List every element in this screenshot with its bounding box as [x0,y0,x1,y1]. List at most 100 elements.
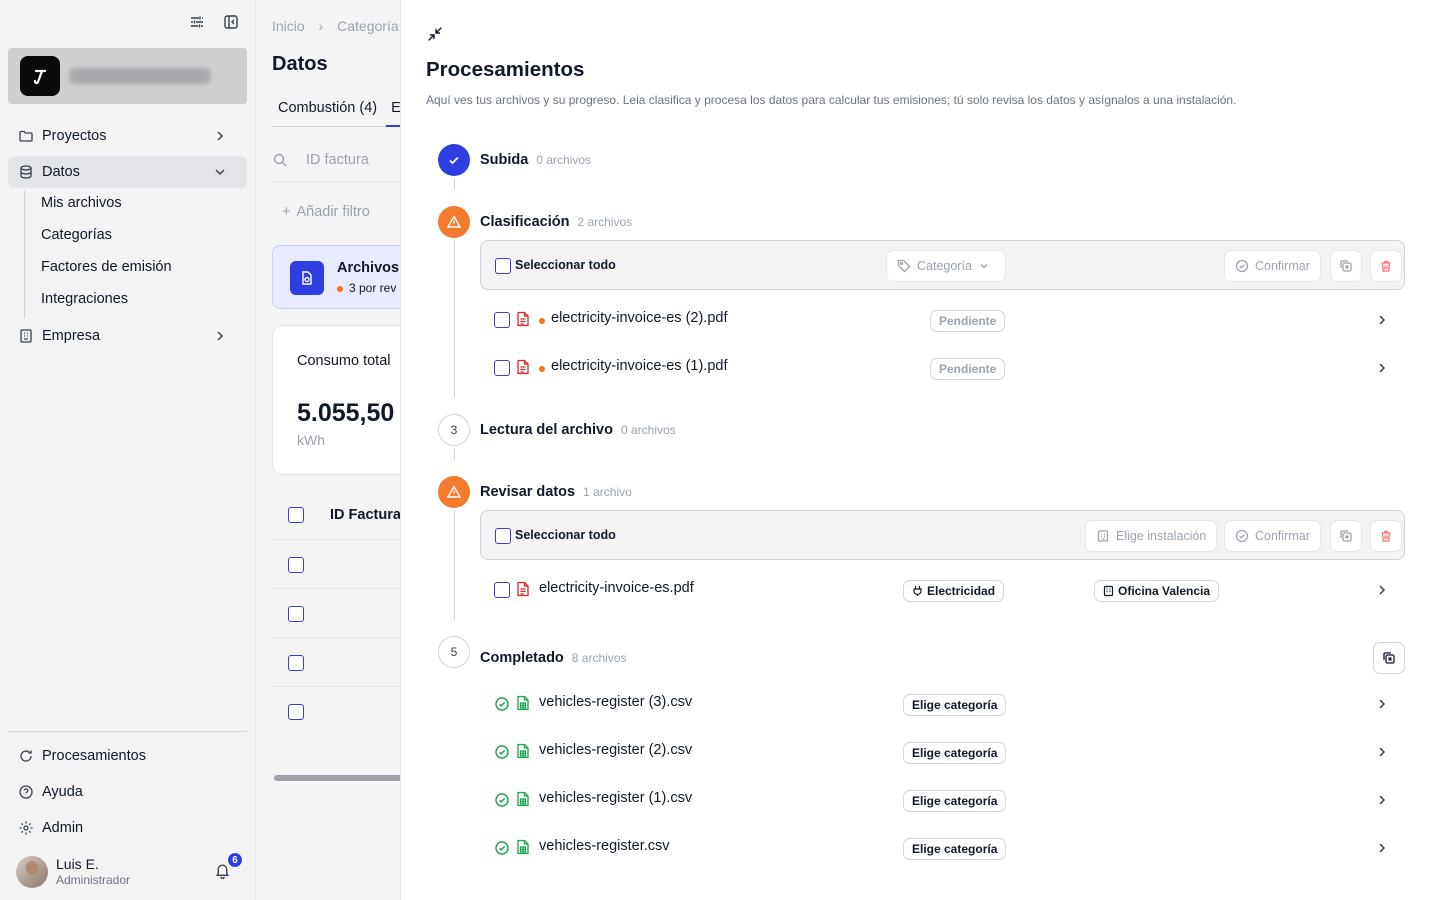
horizontal-scrollbar[interactable] [274,775,400,781]
select-all-checkbox[interactable] [495,258,511,274]
chevron-right-icon[interactable] [1375,583,1389,597]
chevron-right-icon[interactable] [1375,841,1389,855]
category-badge[interactable]: Elige categoría [903,742,1007,764]
step-subida-label: Subida [480,152,529,168]
row-checkbox[interactable] [288,704,304,720]
delete-button[interactable] [1370,520,1402,552]
trash-icon [1379,529,1393,543]
select-all-checkbox[interactable] [495,528,511,544]
step-connector [454,178,455,190]
file-row[interactable]: electricity-invoice-es (2).pdf Pendiente [480,296,1405,344]
chevron-right-icon[interactable] [1375,361,1389,375]
breadcrumb-categoria[interactable]: Categoría [337,18,398,34]
file-checkbox[interactable] [494,360,510,376]
search-input[interactable]: ID factura [272,152,369,168]
table-row[interactable] [272,540,400,589]
category-badge[interactable]: Electricidad [903,580,1005,602]
nav-proyectos[interactable]: Proyectos [8,120,247,152]
minimize-icon[interactable] [427,26,443,42]
clear-completed-button[interactable] [1373,642,1405,674]
notification-badge: 6 [227,852,243,868]
folder-icon [18,128,34,144]
select-all-checkbox[interactable] [288,507,304,523]
table-row[interactable] [272,589,400,638]
csv-file-icon [516,839,530,860]
file-name: electricity-invoice-es (2).pdf [551,310,728,326]
row-checkbox[interactable] [288,557,304,573]
breadcrumb-inicio[interactable]: Inicio [272,18,305,34]
column-id-factura: ID Factura [330,507,400,523]
help-icon [18,784,34,800]
category-badge[interactable]: Elige categoría [903,838,1007,860]
status-dot [337,285,343,292]
file-checkbox[interactable] [494,312,510,328]
table-row[interactable] [272,638,400,687]
user-profile[interactable]: Luis E. Administrador [16,856,130,888]
classification-toolbar: Seleccionar todo Categoría Confirmar [480,240,1405,290]
consumption-unit: kWh [297,432,325,448]
nav-admin[interactable]: Admin [8,812,247,844]
category-badge[interactable]: Elige categoría [903,694,1007,716]
main-content: Inicio › Categoría Datos Combustión (4) … [256,0,400,900]
row-checkbox[interactable] [288,606,304,622]
chevron-right-icon[interactable] [1375,697,1389,711]
add-filter-button[interactable]: + Añadir filtro [282,204,370,220]
chevron-down-icon [978,260,990,272]
step-revisar: Revisar datos 1 archivo [480,484,632,500]
select-all-label: Seleccionar todo [515,528,616,542]
user-name: Luis E. [56,856,99,872]
confirm-button[interactable]: Confirmar [1224,520,1321,552]
search-divider [272,181,400,182]
facility-badge[interactable]: Oficina Valencia [1094,580,1220,602]
nav-admin-label: Admin [42,820,84,836]
pdf-file-icon [516,311,530,332]
sidebar: Proyectos Datos Mis archivos Categorías … [0,0,256,900]
drawer-subtitle: Aquí ves tus archivos y su progreso. Lei… [426,93,1237,107]
nav-ayuda[interactable]: Ayuda [8,776,247,808]
nav-datos-label: Datos [42,164,80,180]
nav-procesamientos[interactable]: Procesamientos [8,740,247,772]
chevron-right-icon[interactable] [1375,793,1389,807]
nav-procesamientos-label: Procesamientos [42,748,146,764]
tab-combustion[interactable]: Combustión (4) [278,100,377,116]
category-dropdown[interactable]: Categoría [886,250,1006,282]
confirm-button[interactable]: Confirmar [1224,250,1321,282]
pdf-file-icon [516,581,530,602]
step-lectura-label: Lectura del archivo [480,422,613,438]
category-badge[interactable]: Elige categoría [903,790,1007,812]
subnav-categorias[interactable]: Categorías [41,227,112,243]
file-row[interactable]: vehicles-register (1).csv Elige categorí… [480,776,1405,824]
step-completado-count: 8 archivos [571,651,627,665]
file-row[interactable]: vehicles-register (3).csv Elige categorí… [480,680,1405,728]
chevron-right-icon[interactable] [1375,745,1389,759]
subnav-integraciones[interactable]: Integraciones [41,291,128,307]
unselect-button[interactable] [1330,520,1362,552]
chevron-right-icon[interactable] [1375,313,1389,327]
file-name: vehicles-register.csv [539,838,670,854]
file-row[interactable]: vehicles-register.csv Elige categoría [480,824,1405,872]
tab-next[interactable]: E [391,100,400,116]
csv-file-icon [516,791,530,812]
delete-button[interactable] [1370,250,1402,282]
file-row[interactable]: vehicles-register (2).csv Elige categorí… [480,728,1405,776]
user-role: Administrador [56,873,131,887]
files-card[interactable]: Archivos 3 por rev [272,245,400,309]
settings-sliders-icon[interactable] [189,14,205,30]
warning-icon [438,476,470,508]
file-checkbox[interactable] [494,582,510,598]
collapse-sidebar-icon[interactable] [223,14,239,30]
organization-switcher[interactable] [8,48,247,104]
row-checkbox[interactable] [288,655,304,671]
page-title: Datos [272,53,328,75]
sidebar-top-icons [189,14,239,30]
subnav-mis-archivos[interactable]: Mis archivos [41,195,122,211]
subnav-factores[interactable]: Factores de emisión [41,259,172,275]
choose-facility-button[interactable]: Elige instalación [1085,520,1218,552]
nav-empresa[interactable]: Empresa [8,320,247,352]
file-row[interactable]: electricity-invoice-es (1).pdf Pendiente [480,344,1405,392]
file-row[interactable]: electricity-invoice-es.pdf Electricidad … [480,566,1405,614]
step-done-icon [438,144,470,176]
table-row[interactable] [272,687,400,736]
unselect-button[interactable] [1330,250,1362,282]
nav-datos[interactable]: Datos [8,156,247,188]
